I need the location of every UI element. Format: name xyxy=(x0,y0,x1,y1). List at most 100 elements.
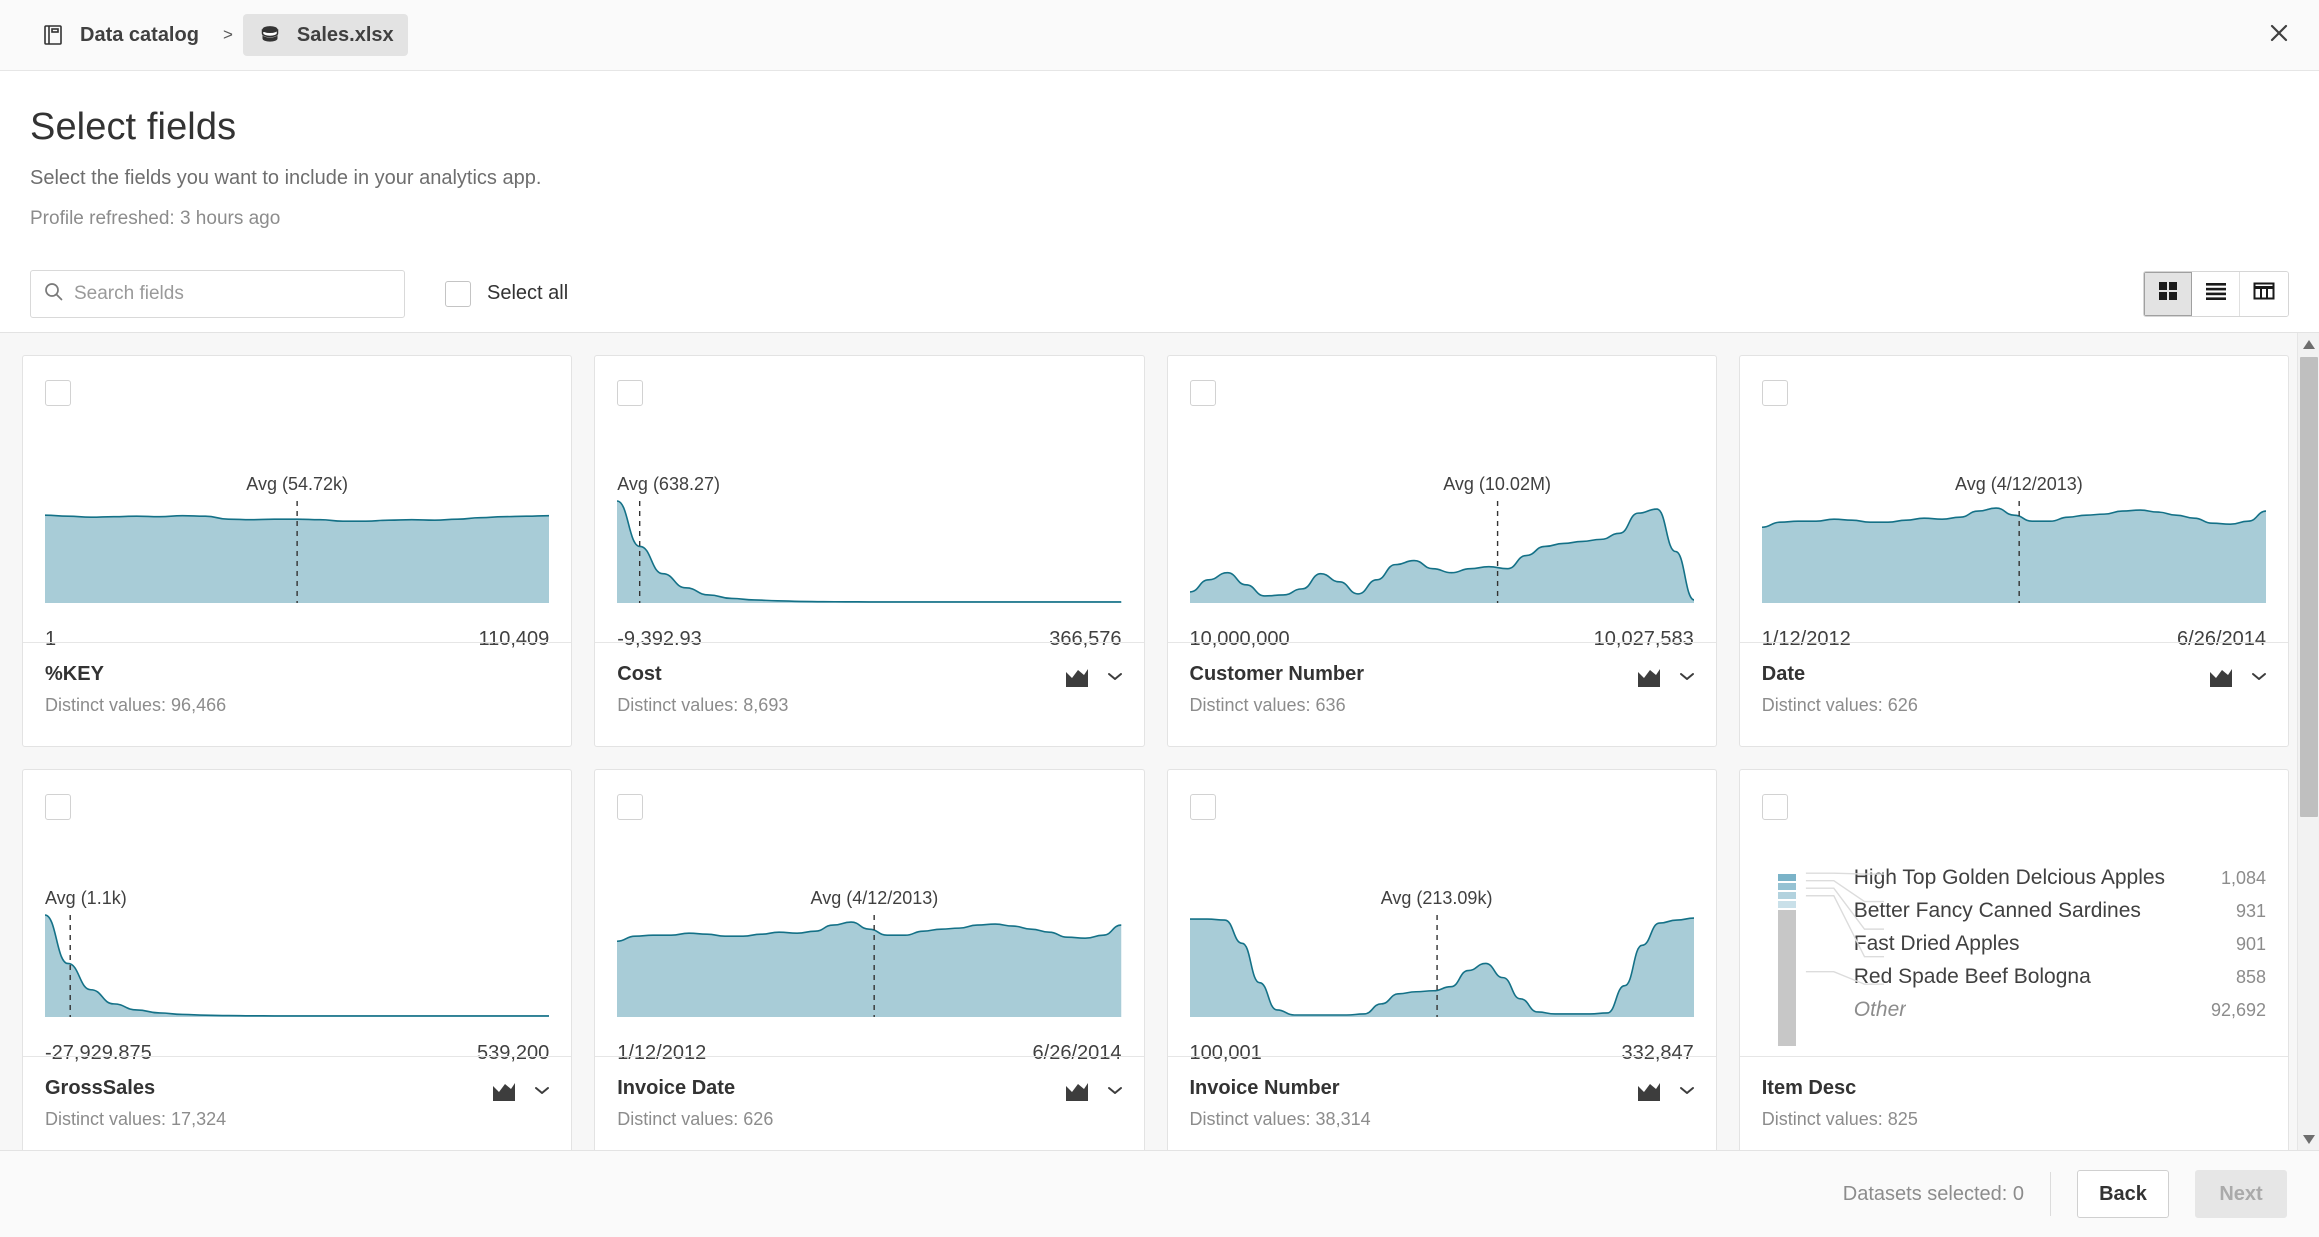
chevron-down-icon[interactable] xyxy=(1106,1084,1124,1096)
field-card[interactable]: Avg (4/12/2013) 1/12/2012 6/26/2014 Invoice… xyxy=(594,769,1145,1150)
search-icon xyxy=(43,281,64,307)
distribution-chart: Avg (4/12/2013) 1/12/2012 6/26/2014 xyxy=(1761,466,2266,651)
breadcrumb-bar: Data catalog > Sales.xlsx xyxy=(0,0,2319,71)
field-card[interactable]: High Top Golden Delcious Apples 1,084 Bett… xyxy=(1738,769,2289,1150)
legend-row[interactable]: Fast Dried Apples 901 xyxy=(1854,932,2266,965)
field-card-checkbox[interactable] xyxy=(45,794,71,820)
fields-grid-container: Avg (54.72k) 1 110,409 %KEY Distinct values:… xyxy=(0,332,2319,1150)
breadcrumb-data-catalog[interactable]: Data catalog xyxy=(26,14,213,56)
area-chart-icon[interactable] xyxy=(1636,665,1662,687)
avg-label: Avg (10.02M) xyxy=(1443,474,1551,494)
list-view-button[interactable] xyxy=(2192,271,2240,316)
chevron-down-icon[interactable] xyxy=(1678,1084,1696,1096)
bar-segment xyxy=(1777,892,1796,899)
area-chart-icon[interactable] xyxy=(1064,1079,1090,1101)
field-card-tools xyxy=(2208,665,2268,687)
bar-segment xyxy=(1777,874,1796,881)
vertical-scrollbar[interactable] xyxy=(2297,333,2319,1150)
distribution-area xyxy=(1189,499,1694,603)
scroll-down-arrow[interactable] xyxy=(2298,1128,2319,1150)
field-card-checkbox[interactable] xyxy=(1761,380,1788,406)
stacked-bar xyxy=(1777,874,1796,1046)
legend-row[interactable]: Red Spade Beef Bologna 858 xyxy=(1854,965,2266,998)
field-name: Date xyxy=(1761,663,1806,685)
scrollbar-thumb[interactable] xyxy=(2300,357,2318,817)
field-card[interactable]: Avg (1.1k) -27,929.875 539,200 GrossSales Di… xyxy=(22,769,573,1150)
wizard-footer: Datasets selected: 0 Back Next xyxy=(0,1150,2319,1237)
back-button[interactable]: Back xyxy=(2077,1170,2169,1218)
field-card-footer: GrossSales Distinct values: 17,324 xyxy=(23,1056,572,1150)
page-title: Select fields xyxy=(30,106,237,148)
avg-label: Avg (4/12/2013) xyxy=(1955,474,2083,494)
bar-segment-other xyxy=(1777,910,1796,1046)
fields-grid: Avg (54.72k) 1 110,409 %KEY Distinct values:… xyxy=(0,333,2319,1150)
field-card-checkbox[interactable] xyxy=(1189,794,1216,820)
field-card-checkbox[interactable] xyxy=(617,380,644,406)
legend-row[interactable]: High Top Golden Delcious Apples 1,084 xyxy=(1854,866,2266,899)
field-card[interactable]: Avg (10.02M) 10,000,000 10,027,583 Customer… xyxy=(1166,355,1717,747)
field-distinct-values: Distinct values: 626 xyxy=(1761,695,1918,715)
field-card-tools xyxy=(1636,665,1696,687)
area-chart-icon[interactable] xyxy=(2208,665,2234,687)
search-input[interactable] xyxy=(74,282,392,305)
field-card-tools xyxy=(1636,1079,1696,1101)
field-card-footer: Invoice Number Distinct values: 38,314 xyxy=(1167,1056,1716,1150)
breadcrumb-sales-file[interactable]: Sales.xlsx xyxy=(242,14,408,56)
footer-divider xyxy=(2050,1172,2051,1216)
table-view-button[interactable] xyxy=(2240,271,2288,316)
chevron-down-icon[interactable] xyxy=(1678,670,1696,682)
legend-label: Other xyxy=(1853,998,1907,1021)
distribution-area xyxy=(617,913,1122,1017)
view-toggle-group xyxy=(2143,270,2289,317)
field-card[interactable]: Avg (4/12/2013) 1/12/2012 6/26/2014 Date Dis… xyxy=(1738,355,2289,747)
page-header: Select fields Select the fields you want… xyxy=(0,71,2319,230)
grid-icon xyxy=(2157,280,2179,307)
database-icon xyxy=(257,22,283,48)
legend-row[interactable]: Better Fancy Canned Sardines 931 xyxy=(1854,899,2266,932)
chevron-down-icon[interactable] xyxy=(1106,670,1124,682)
field-name: Item Desc xyxy=(1761,1077,1857,1099)
field-card-visualization: Avg (1.1k) -27,929.875 539,200 xyxy=(23,770,571,1064)
breadcrumb-catalog-label: Data catalog xyxy=(80,23,199,46)
field-card-tools xyxy=(1064,1079,1124,1101)
area-chart-icon[interactable] xyxy=(1064,665,1090,687)
breadcrumb-file-label: Sales.xlsx xyxy=(296,23,394,46)
search-field-container[interactable] xyxy=(30,269,405,318)
field-name: %KEY xyxy=(45,663,104,685)
close-button[interactable] xyxy=(2257,13,2301,57)
legend-row[interactable]: Other 92,692 xyxy=(1854,998,2266,1031)
bar-segment xyxy=(1777,901,1796,908)
field-name: GrossSales xyxy=(45,1077,156,1099)
avg-label: Avg (638.27) xyxy=(617,474,720,494)
distribution-chart: Avg (4/12/2013) 1/12/2012 6/26/2014 xyxy=(617,880,1122,1065)
field-card-checkbox[interactable] xyxy=(45,380,71,406)
field-name: Cost xyxy=(617,663,662,685)
bar-segment xyxy=(1777,883,1796,890)
grid-view-button[interactable] xyxy=(2144,271,2192,316)
chevron-down-icon[interactable] xyxy=(2250,670,2268,682)
chevron-down-icon[interactable] xyxy=(533,1084,551,1096)
field-distinct-values: Distinct values: 17,324 xyxy=(45,1109,227,1129)
list-icon xyxy=(2204,280,2228,307)
category-chart: High Top Golden Delcious Apples 1,084 Bett… xyxy=(1777,854,2266,1046)
field-distinct-values: Distinct values: 8,693 xyxy=(617,695,789,715)
select-all-control[interactable]: Select all xyxy=(445,280,568,307)
legend-value: 931 xyxy=(2235,901,2266,921)
field-card-footer: %KEY Distinct values: 96,466 xyxy=(23,642,572,746)
field-card-checkbox[interactable] xyxy=(1189,380,1216,406)
field-card[interactable]: Avg (638.27) -9,392.93 366,576 Cost Distinct… xyxy=(594,355,1145,747)
legend-label: Red Spade Beef Bologna xyxy=(1853,965,2091,988)
field-card-checkbox[interactable] xyxy=(1761,794,1788,820)
field-card-footer: Item Desc Distinct values: 825 xyxy=(1739,1056,2288,1150)
area-chart-icon[interactable] xyxy=(491,1079,517,1101)
field-distinct-values: Distinct values: 825 xyxy=(1761,1109,1918,1129)
field-card[interactable]: Avg (213.09k) 100,001 332,847 Invoice Numbe… xyxy=(1166,769,1717,1150)
select-all-checkbox[interactable] xyxy=(445,280,471,307)
scroll-up-arrow[interactable] xyxy=(2298,333,2319,355)
field-distinct-values: Distinct values: 38,314 xyxy=(1189,1109,1371,1129)
area-chart-icon[interactable] xyxy=(1636,1079,1662,1101)
field-card-checkbox[interactable] xyxy=(617,794,644,820)
avg-label: Avg (213.09k) xyxy=(1380,888,1493,908)
field-card-visualization: High Top Golden Delcious Apples 1,084 Bett… xyxy=(1740,770,2288,1056)
field-card[interactable]: Avg (54.72k) 1 110,409 %KEY Distinct values:… xyxy=(22,355,573,747)
